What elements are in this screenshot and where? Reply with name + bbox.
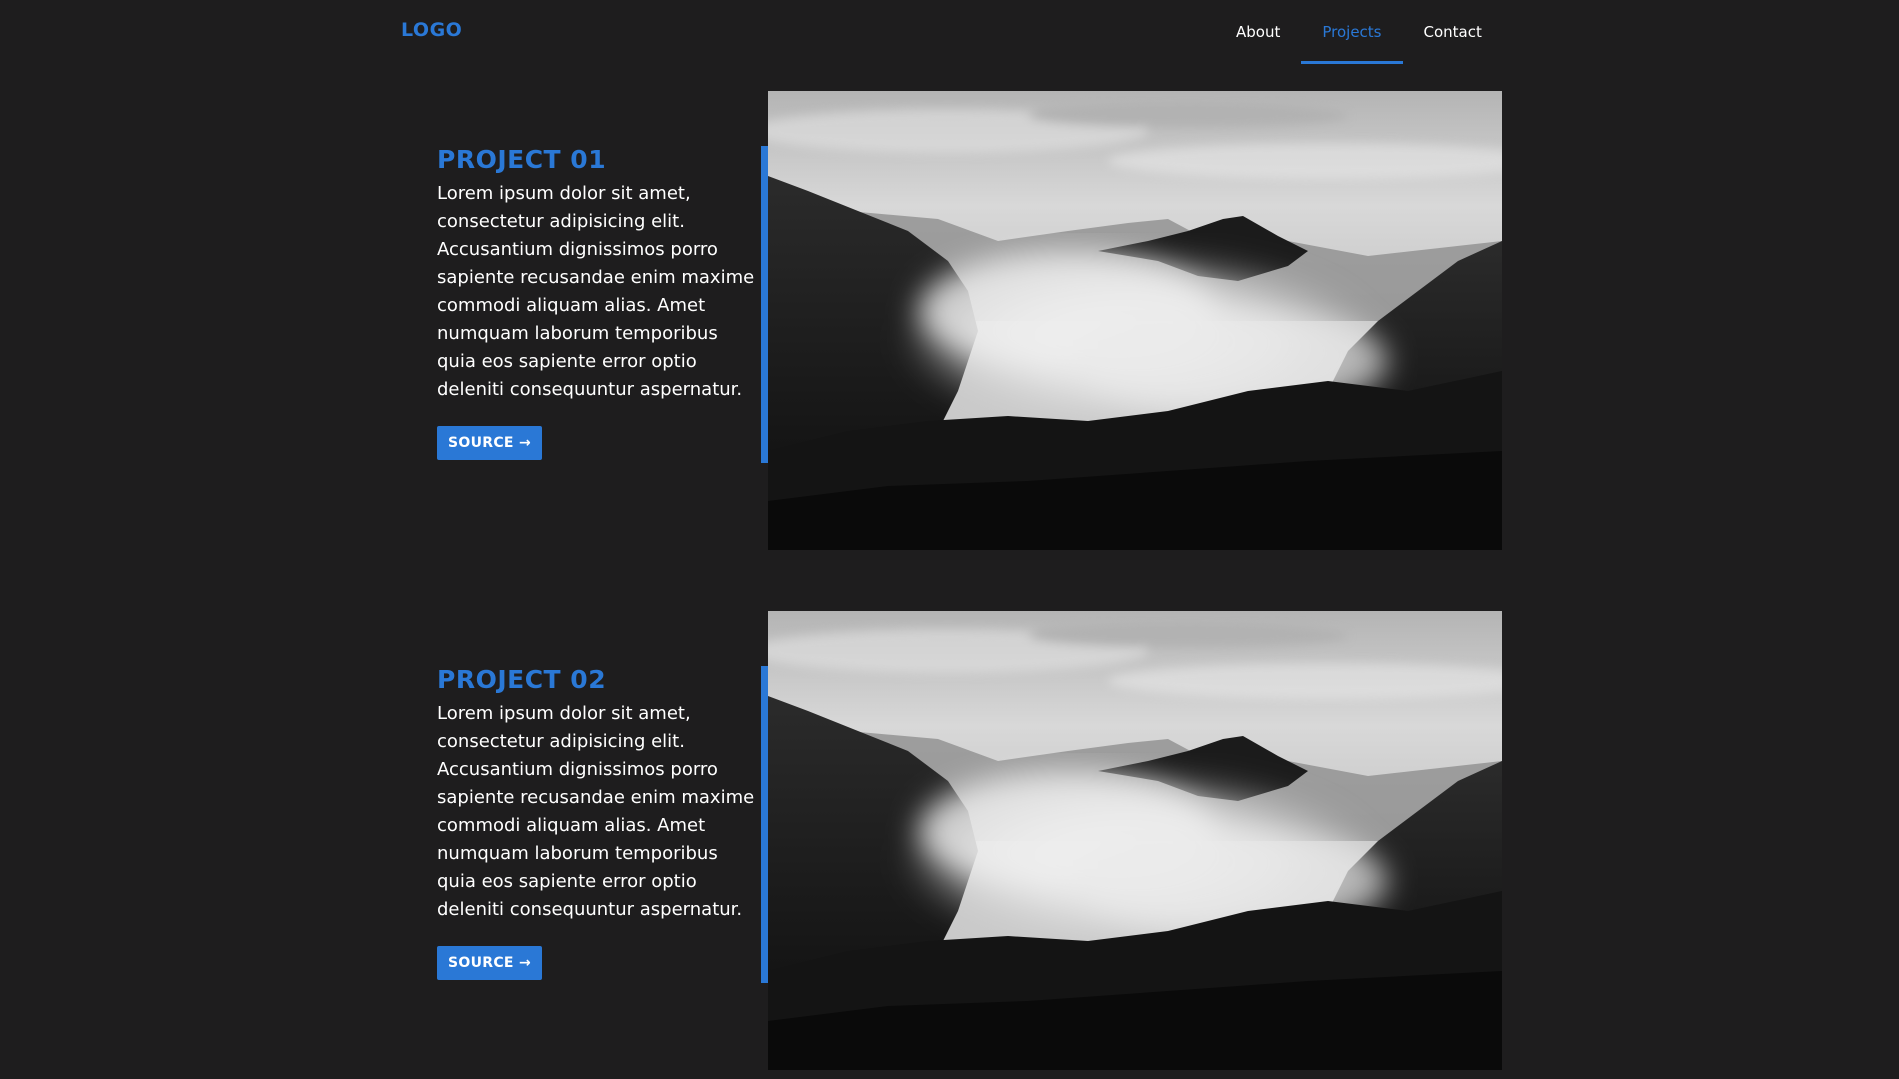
project-description: Lorem ipsum dolor sit amet, consectetur …: [437, 183, 755, 400]
accent-bar: [761, 666, 768, 983]
accent-bar: [761, 146, 768, 463]
project-title: PROJECT 01: [437, 145, 607, 174]
nav-item-contact[interactable]: Contact: [1403, 0, 1503, 64]
logo[interactable]: LOGO: [401, 19, 462, 41]
project-image: [768, 611, 1502, 1070]
project-text: PROJECT 02 Lorem ipsum dolor sit amet, c…: [437, 664, 759, 980]
project-image: [768, 91, 1502, 550]
project-text: PROJECT 01 Lorem ipsum dolor sit amet, c…: [437, 144, 759, 460]
site-header: LOGO About Projects Contact: [0, 0, 1899, 64]
nav-item-projects[interactable]: Projects: [1301, 0, 1403, 64]
project-description: Lorem ipsum dolor sit amet, consectetur …: [437, 703, 755, 920]
project-title: PROJECT 02: [437, 665, 607, 694]
main-nav: About Projects Contact: [1215, 0, 1503, 64]
source-button[interactable]: SOURCE →: [437, 426, 542, 460]
project-card: PROJECT 02 Lorem ipsum dolor sit amet, c…: [0, 611, 1899, 1071]
source-button[interactable]: SOURCE →: [437, 946, 542, 980]
nav-item-about[interactable]: About: [1215, 0, 1301, 64]
project-card: PROJECT 01 Lorem ipsum dolor sit amet, c…: [0, 91, 1899, 551]
